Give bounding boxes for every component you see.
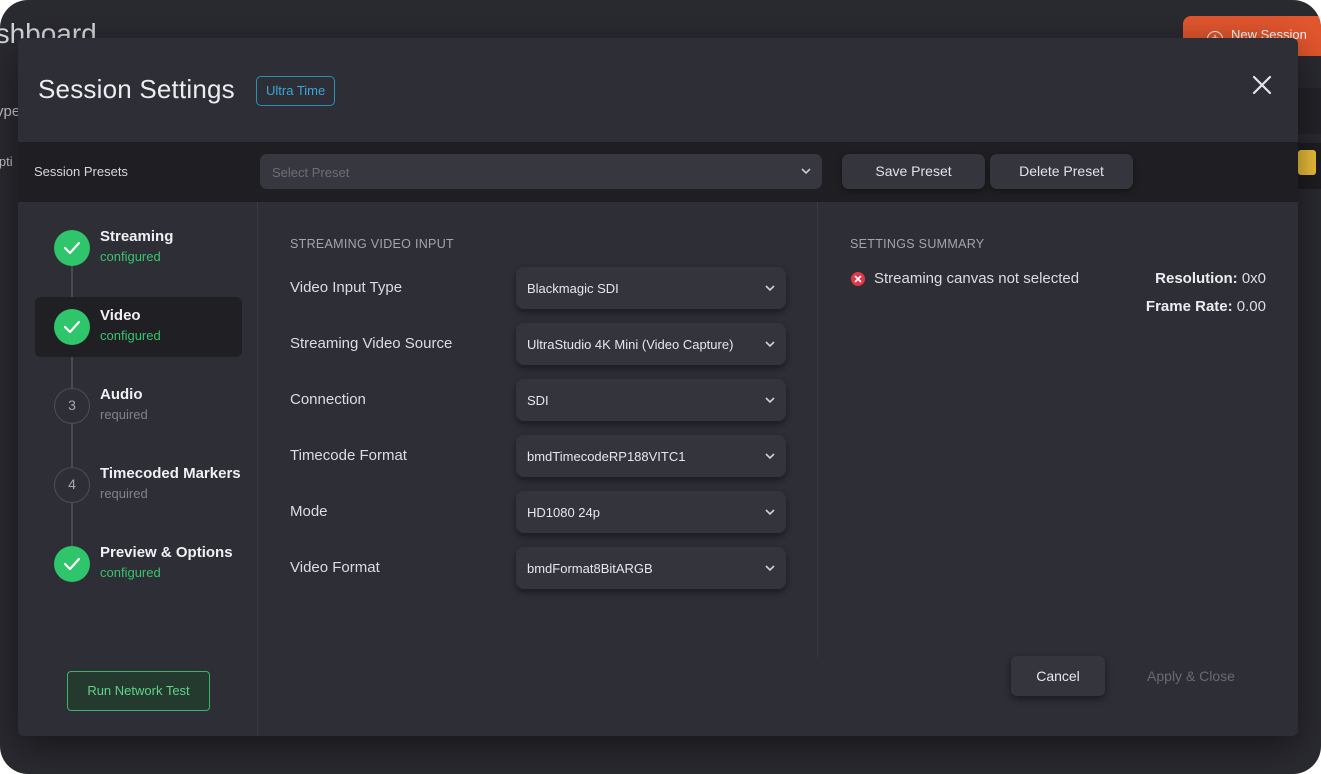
run-network-test-button[interactable]: Run Network Test bbox=[67, 671, 210, 711]
resolution-value: 0x0 bbox=[1241, 270, 1266, 287]
field-video-input-type: Video Input Type Blackmagic SDI bbox=[290, 267, 800, 309]
steps-sidebar: Streaming configured Video configured 3 … bbox=[18, 202, 258, 736]
step-name: Video bbox=[100, 307, 141, 324]
step-name: Audio bbox=[100, 386, 143, 403]
close-icon[interactable] bbox=[1250, 73, 1274, 97]
field-label: Connection bbox=[290, 391, 366, 408]
summary-resolution: Resolution: 0x0 bbox=[1155, 270, 1266, 287]
timecode-format-select[interactable]: bmdTimecodeRP188VITC1 bbox=[516, 435, 786, 477]
chevron-down-icon bbox=[765, 565, 775, 572]
presets-label: Session Presets bbox=[34, 164, 128, 179]
summary-title: SETTINGS SUMMARY bbox=[850, 237, 985, 251]
background-description-label: ipti bbox=[0, 154, 13, 169]
step-preview-options[interactable]: Preview & Options configured bbox=[35, 534, 242, 594]
background-row bbox=[1297, 88, 1321, 134]
step-status: configured bbox=[100, 328, 161, 343]
session-settings-modal: Session Settings Ultra Time Session Pres… bbox=[18, 38, 1298, 736]
step-timecoded-markers[interactable]: 4 Timecoded Markers required bbox=[35, 455, 242, 515]
step-audio[interactable]: 3 Audio required bbox=[35, 376, 242, 436]
mode-select[interactable]: HD1080 24p bbox=[516, 491, 786, 533]
step-status: required bbox=[100, 407, 148, 422]
step-complete-badge bbox=[54, 309, 90, 345]
summary-frame-rate: Frame Rate: 0.00 bbox=[1146, 298, 1266, 315]
step-status: required bbox=[100, 486, 148, 501]
select-value: Blackmagic SDI bbox=[527, 281, 619, 296]
field-label: Mode bbox=[290, 503, 328, 520]
chevron-down-icon bbox=[765, 341, 775, 348]
error-icon bbox=[851, 272, 865, 286]
field-video-format: Video Format bmdFormat8BitARGB bbox=[290, 547, 800, 589]
select-value: UltraStudio 4K Mini (Video Capture) bbox=[527, 337, 734, 352]
step-complete-badge bbox=[54, 230, 90, 266]
background-yellow-badge bbox=[1298, 150, 1316, 175]
select-value: bmdTimecodeRP188VITC1 bbox=[527, 449, 686, 464]
chevron-down-icon bbox=[765, 509, 775, 516]
field-streaming-video-source: Streaming Video Source UltraStudio 4K Mi… bbox=[290, 323, 800, 365]
apply-close-button[interactable]: Apply & Close bbox=[1128, 656, 1254, 696]
step-name: Timecoded Markers bbox=[100, 465, 241, 482]
check-icon bbox=[63, 557, 81, 571]
summary-error-text: Streaming canvas not selected bbox=[874, 270, 1080, 287]
step-streaming[interactable]: Streaming configured bbox=[35, 218, 242, 278]
connection-select[interactable]: SDI bbox=[516, 379, 786, 421]
video-input-type-select[interactable]: Blackmagic SDI bbox=[516, 267, 786, 309]
chevron-down-icon bbox=[765, 285, 775, 292]
step-name: Preview & Options bbox=[100, 544, 233, 561]
step-complete-badge bbox=[54, 546, 90, 582]
chevron-down-icon bbox=[765, 397, 775, 404]
field-timecode-format: Timecode Format bmdTimecodeRP188VITC1 bbox=[290, 435, 800, 477]
chevron-down-icon bbox=[801, 168, 811, 175]
delete-preset-button[interactable]: Delete Preset bbox=[990, 154, 1133, 189]
presets-bar: Session Presets Select Preset Save Prese… bbox=[18, 142, 1298, 202]
modal-header: Session Settings Ultra Time bbox=[18, 38, 1298, 142]
field-label: Timecode Format bbox=[290, 447, 407, 464]
field-connection: Connection SDI bbox=[290, 379, 800, 421]
step-video[interactable]: Video configured bbox=[35, 297, 242, 357]
streaming-video-source-select[interactable]: UltraStudio 4K Mini (Video Capture) bbox=[516, 323, 786, 365]
select-value: HD1080 24p bbox=[527, 505, 600, 520]
settings-summary-panel: SETTINGS SUMMARY Streaming canvas not se… bbox=[818, 202, 1298, 657]
plan-badge: Ultra Time bbox=[256, 76, 336, 106]
step-number-badge: 4 bbox=[54, 467, 90, 503]
chevron-down-icon bbox=[765, 453, 775, 460]
step-status: configured bbox=[100, 565, 161, 580]
frame-rate-value: 0.00 bbox=[1236, 298, 1266, 315]
field-label: Video Format bbox=[290, 559, 380, 576]
select-value: bmdFormat8BitARGB bbox=[527, 561, 653, 576]
field-mode: Mode HD1080 24p bbox=[290, 491, 800, 533]
step-number-badge: 3 bbox=[54, 388, 90, 424]
step-status: configured bbox=[100, 249, 161, 264]
field-label: Streaming Video Source bbox=[290, 335, 453, 352]
preset-select[interactable]: Select Preset bbox=[260, 154, 822, 189]
preset-select-placeholder: Select Preset bbox=[272, 165, 350, 180]
app-window: ashboard +New Session ype ipti Session S… bbox=[0, 0, 1321, 774]
cancel-button[interactable]: Cancel bbox=[1011, 656, 1105, 696]
resolution-label: Resolution: bbox=[1155, 270, 1238, 287]
field-label: Video Input Type bbox=[290, 279, 403, 296]
video-input-panel: STREAMING VIDEO INPUT Video Input Type B… bbox=[258, 202, 818, 657]
save-preset-button[interactable]: Save Preset bbox=[842, 154, 985, 189]
video-format-select[interactable]: bmdFormat8BitARGB bbox=[516, 547, 786, 589]
frame-rate-label: Frame Rate: bbox=[1145, 298, 1233, 315]
select-value: SDI bbox=[527, 393, 549, 408]
check-icon bbox=[63, 241, 81, 255]
check-icon bbox=[63, 320, 81, 334]
step-name: Streaming bbox=[100, 228, 174, 245]
modal-title: Session Settings bbox=[38, 74, 235, 104]
section-title: STREAMING VIDEO INPUT bbox=[290, 237, 454, 251]
